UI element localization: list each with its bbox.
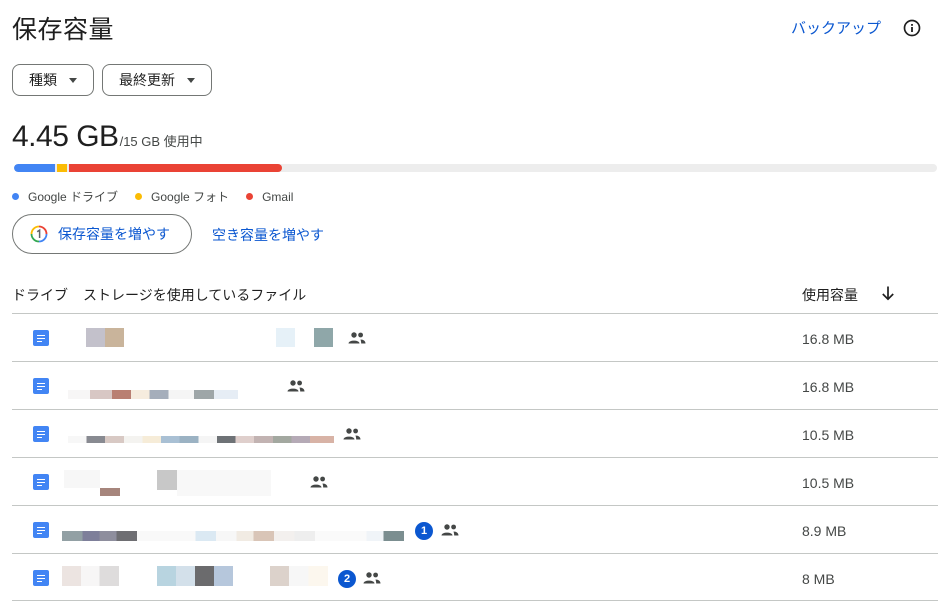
file-size: 16.8 MB	[802, 331, 855, 347]
storage-legend: Google ドライブ Google フォト Gmail	[12, 188, 310, 205]
file-size: 10.5 MB	[802, 475, 855, 491]
info-icon[interactable]	[903, 19, 921, 37]
file-size: 16.8 MB	[802, 379, 855, 395]
redacted-file-name	[177, 470, 271, 496]
legend-gmail-label: Gmail	[262, 189, 294, 204]
shared-people-icon	[348, 332, 366, 344]
file-list: 16.8 MB 16.8 MB 10.5 MB 10.5 MB 1 8.9 MB	[12, 313, 938, 601]
legend-drive: Google ドライブ	[12, 188, 118, 205]
storage-bar	[14, 164, 937, 172]
file-row[interactable]: 16.8 MB	[12, 313, 938, 361]
docs-file-icon	[33, 426, 49, 442]
gmail-usage-segment	[69, 164, 282, 172]
caret-down-icon	[187, 77, 195, 83]
photos-usage-segment	[57, 164, 67, 172]
page-title: 保存容量	[12, 16, 115, 44]
type-filter-chip[interactable]: 種類	[12, 64, 94, 96]
notification-badge: 2	[338, 570, 356, 588]
legend-photos: Google フォト	[135, 188, 229, 205]
file-size: 8.9 MB	[802, 523, 847, 539]
get-more-storage-label: 保存容量を増やす	[58, 226, 170, 242]
redacted-file-name	[68, 390, 238, 399]
file-row[interactable]: 10.5 MB	[12, 457, 938, 505]
docs-file-icon	[33, 330, 49, 346]
redacted-file-name	[62, 531, 404, 541]
docs-file-icon	[33, 570, 49, 586]
shared-people-icon	[343, 428, 361, 440]
redacted-file-name	[314, 328, 333, 347]
redacted-file-name	[86, 328, 105, 347]
shared-people-icon	[287, 380, 305, 392]
drive-dot	[12, 193, 19, 200]
file-size: 8 MB	[802, 571, 835, 587]
google-one-icon	[30, 225, 48, 243]
arrow-down-icon[interactable]	[879, 284, 897, 302]
docs-file-icon	[33, 378, 49, 394]
caret-down-icon	[69, 77, 77, 83]
drive-column-header: ドライブ	[12, 287, 68, 303]
redacted-file-name	[270, 566, 328, 586]
redacted-file-name	[157, 470, 177, 490]
legend-drive-label: Google ドライブ	[28, 190, 119, 204]
size-column-header[interactable]: 使用容量	[802, 285, 858, 305]
shared-people-icon	[441, 524, 459, 536]
photos-dot	[135, 193, 143, 200]
redacted-file-name	[100, 488, 120, 496]
legend-photos-label: Google フォト	[151, 190, 230, 204]
usage-amount: 4.45 GB	[12, 120, 119, 153]
notification-badge: 1	[415, 522, 433, 540]
legend-gmail: Gmail	[246, 190, 293, 204]
modified-filter-label: 最終更新	[119, 72, 175, 88]
files-column-header: ストレージを使用しているファイル	[83, 287, 307, 303]
file-row[interactable]: 10.5 MB	[12, 409, 938, 457]
backup-link[interactable]: バックアップ	[791, 17, 881, 38]
redacted-file-name	[64, 470, 100, 488]
file-row[interactable]: 1 8.9 MB	[12, 505, 938, 553]
shared-people-icon	[363, 572, 381, 584]
get-more-storage-button[interactable]: 保存容量を増やす	[12, 214, 192, 254]
docs-file-icon	[33, 522, 49, 538]
gmail-dot	[246, 193, 254, 200]
type-filter-label: 種類	[29, 72, 57, 88]
free-up-space-button[interactable]: 空き容量を増やす	[212, 225, 324, 245]
docs-file-icon	[33, 474, 49, 490]
file-row[interactable]: 2 8 MB	[12, 553, 938, 601]
file-size: 10.5 MB	[802, 427, 855, 443]
redacted-file-name	[62, 566, 119, 586]
usage-detail: /15 GB 使用中	[119, 134, 203, 149]
shared-people-icon	[310, 476, 328, 488]
redacted-file-name	[68, 436, 334, 443]
storage-usage: 4.45 GB /15 GB 使用中	[12, 120, 203, 154]
modified-filter-chip[interactable]: 最終更新	[102, 64, 212, 96]
drive-usage-segment	[14, 164, 55, 172]
redacted-file-name	[276, 328, 295, 347]
redacted-file-name	[157, 566, 233, 586]
file-row[interactable]: 16.8 MB	[12, 361, 938, 409]
redacted-file-name	[105, 328, 124, 347]
